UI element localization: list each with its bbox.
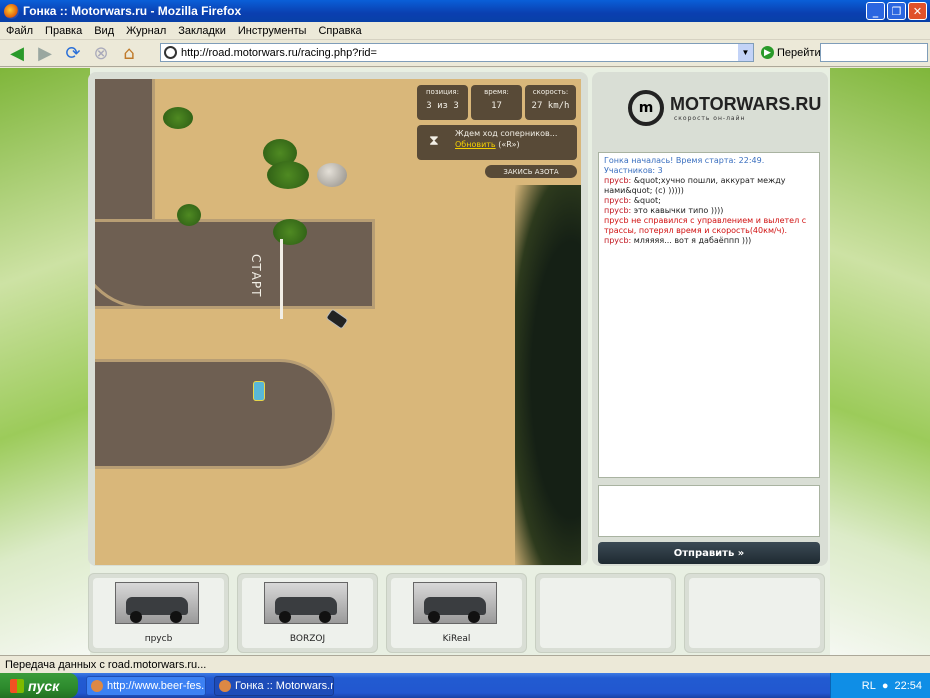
nitro-button[interactable]: ЗАКИСЬ АЗОТА <box>485 165 577 178</box>
player-cards: прусb BORZOJ KiReal <box>88 573 825 653</box>
url-bar[interactable]: http://road.motorwars.ru/racing.php?rid=… <box>160 43 754 62</box>
window-titlebar: Гонка :: Motorwars.ru - Mozilla Firefox … <box>0 0 930 22</box>
player-card[interactable]: прусb <box>88 573 229 653</box>
menu-view[interactable]: Вид <box>94 25 114 37</box>
search-box[interactable] <box>820 43 928 62</box>
url-text: http://road.motorwars.ru/racing.php?rid= <box>181 46 377 59</box>
go-label: Перейти <box>777 46 821 59</box>
minimize-button[interactable]: _ <box>866 2 885 20</box>
start-button[interactable]: пуск <box>0 673 78 698</box>
hud-speed: скорость: 27 km/h <box>525 85 576 120</box>
car-thumbnail <box>264 582 348 624</box>
start-label: СТАРТ <box>249 254 263 298</box>
dark-trees-edge <box>515 185 581 565</box>
back-arrow-icon[interactable]: ◀ <box>6 42 28 64</box>
tray-icon[interactable]: ● <box>882 680 889 692</box>
menu-tools[interactable]: Инструменты <box>238 25 307 37</box>
window-title: Гонка :: Motorwars.ru - Mozilla Firefox <box>23 4 242 18</box>
taskbar-item[interactable]: http://www.beer-fes... <box>86 675 206 696</box>
chat-message: Участников: 3 <box>604 166 663 175</box>
track-road-lower <box>95 359 335 469</box>
system-tray: RL ● 22:54 <box>830 673 930 698</box>
menu-history[interactable]: Журнал <box>126 25 166 37</box>
bush-4 <box>177 204 201 226</box>
bush-1 <box>163 107 193 129</box>
hud-position: позиция: 3 из 3 <box>417 85 468 120</box>
status-bar: Передача данных с road.motorwars.ru... <box>0 655 930 673</box>
status-text: Передача данных с road.motorwars.ru... <box>5 658 207 671</box>
go-button[interactable]: ▶ Перейти <box>761 46 821 59</box>
taskbar-item-active[interactable]: Гонка :: Motorwars.ru... <box>214 675 334 696</box>
stop-icon[interactable]: ⊗ <box>90 42 112 64</box>
rival-car <box>253 381 265 401</box>
leaf-decoration-left <box>0 68 90 655</box>
chat-input[interactable] <box>598 485 820 537</box>
firefox-icon <box>219 679 231 692</box>
chat-message: прусb: это кавычки типо )))) <box>604 206 724 215</box>
home-icon[interactable]: ⌂ <box>118 42 140 64</box>
player-name: BORZOJ <box>289 634 326 644</box>
hourglass-icon: ⧗ <box>429 133 439 149</box>
player-name: KiReal <box>442 634 471 644</box>
track-road-curve <box>95 219 375 309</box>
menu-bookmarks[interactable]: Закладки <box>178 25 226 37</box>
taskbar: пуск http://www.beer-fes... Гонка :: Mot… <box>0 673 930 698</box>
language-indicator[interactable]: RL <box>862 680 876 692</box>
race-hud: позиция: 3 из 3 время: 17 скорость: 27 k… <box>417 85 576 120</box>
page-content: СТАРТ позиция: 3 из 3 время: 17 скорость… <box>0 68 930 655</box>
player-name: прусb <box>144 634 173 644</box>
reload-icon[interactable]: ⟳ <box>62 42 84 64</box>
windows-flag-icon <box>10 678 24 693</box>
player-card-empty <box>535 573 676 653</box>
car-thumbnail <box>115 582 199 624</box>
player-card[interactable]: BORZOJ <box>237 573 378 653</box>
race-track[interactable]: СТАРТ позиция: 3 из 3 время: 17 скорость… <box>95 79 581 565</box>
logo-mark-icon: m <box>628 90 664 126</box>
url-dropdown-icon[interactable]: ▼ <box>738 44 753 61</box>
car-thumbnail <box>413 582 497 624</box>
chat-panel: m MOTORWARS.RU скорость он-лайн Гонка на… <box>592 72 828 566</box>
start-line <box>280 239 283 319</box>
site-favicon-icon <box>164 46 177 59</box>
hud-time: время: 17 <box>471 85 522 120</box>
player-card-empty <box>684 573 825 653</box>
chat-message: прусb: мляяяя... вот я дабаёппп ))) <box>604 236 752 245</box>
bush-5 <box>273 219 307 245</box>
wait-text: Ждем ход соперников... <box>455 129 558 138</box>
menu-edit[interactable]: Правка <box>45 25 82 37</box>
chat-message: прусb: &quot;хучно пошли, аккурат между … <box>604 176 786 195</box>
menu-file[interactable]: Файл <box>6 25 33 37</box>
race-panel: СТАРТ позиция: 3 из 3 время: 17 скорость… <box>88 72 588 566</box>
chat-message: прусb не справился с управлением и вылет… <box>604 216 807 235</box>
browser-icon <box>91 679 103 692</box>
chat-message: прусb: &quot; <box>604 196 661 205</box>
go-arrow-icon: ▶ <box>761 46 774 59</box>
brand-name: MOTORWARS.RU <box>670 94 822 114</box>
refresh-link[interactable]: Обновить <box>455 140 496 149</box>
menu-help[interactable]: Справка <box>318 25 361 37</box>
leaf-decoration-right <box>830 68 930 655</box>
start-label: пуск <box>28 677 60 694</box>
clock: 22:54 <box>894 679 922 692</box>
send-button[interactable]: Отправить » <box>598 542 820 564</box>
player-car <box>325 308 349 330</box>
chat-message: Гонка началась! Время старта: 22:49. <box>604 156 765 165</box>
brand-slogan: скорость он-лайн <box>674 115 746 122</box>
player-card[interactable]: KiReal <box>386 573 527 653</box>
rock <box>317 163 347 187</box>
motorwars-logo: m MOTORWARS.RU скорость он-лайн <box>628 90 821 126</box>
close-button[interactable]: ✕ <box>908 2 927 20</box>
bush-3 <box>267 161 309 189</box>
menubar: Файл Правка Вид Журнал Закладки Инструме… <box>0 22 930 40</box>
firefox-icon <box>4 3 19 19</box>
chat-log[interactable]: Гонка началась! Время старта: 22:49. Уча… <box>598 152 820 478</box>
forward-arrow-icon[interactable]: ▶ <box>34 42 56 64</box>
navigation-toolbar: ◀ ▶ ⟳ ⊗ ⌂ http://road.motorwars.ru/racin… <box>0 40 930 67</box>
wait-panel: ⧗ Ждем ход соперников... Обновить («R») <box>417 125 577 160</box>
refresh-hint: («R») <box>498 140 520 149</box>
maximize-button[interactable]: ❐ <box>887 2 906 20</box>
